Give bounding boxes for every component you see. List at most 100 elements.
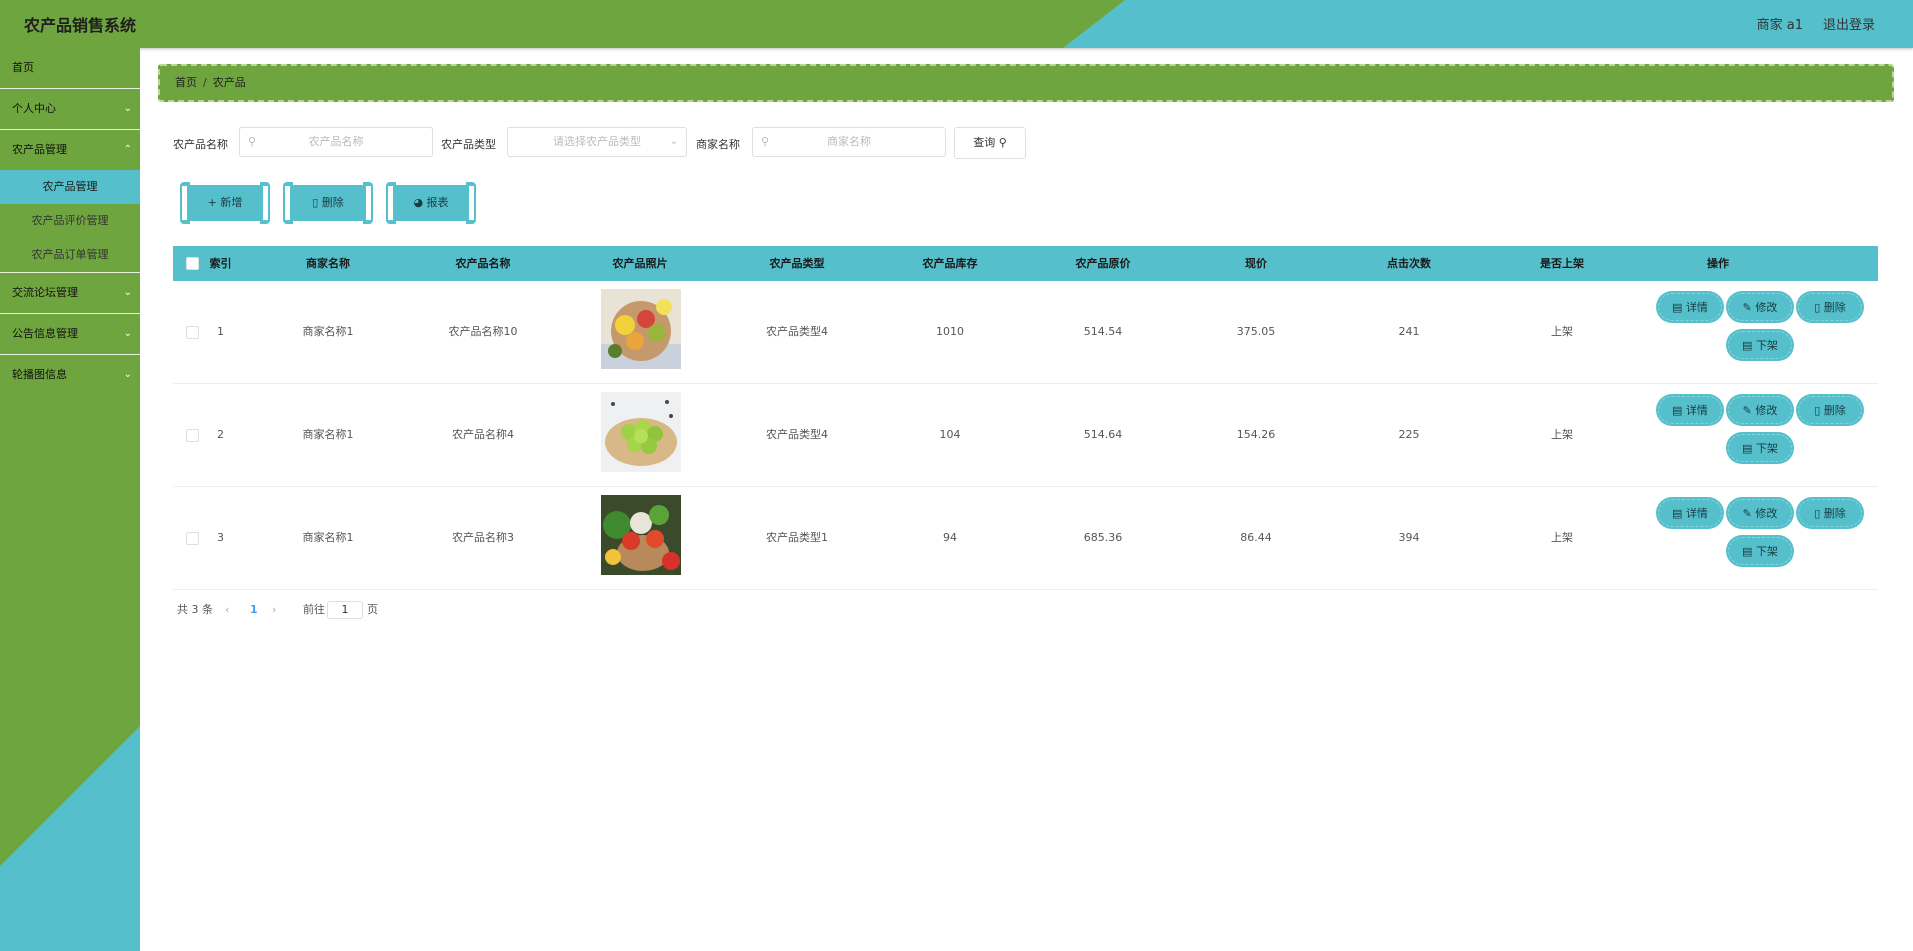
sidebar-item-personal[interactable]: 个人中心 ⌄: [0, 89, 140, 130]
search-icon: ⚲: [998, 136, 1007, 149]
delete-row-button[interactable]: ▯ 删除: [1798, 396, 1862, 424]
chevron-down-icon: ⌄: [123, 369, 132, 380]
delete-row-button[interactable]: ▯ 删除: [1798, 293, 1862, 321]
col-index: 索引: [209, 257, 232, 270]
type-label: 农产品类型: [441, 138, 496, 151]
product-photo: [601, 392, 681, 472]
sidebar: 首页 个人中心 ⌄ 农产品管理 ⌃ 农产品管理 农产品评价管理 农产品订单管理 交流…: [0, 48, 140, 951]
top-header: 农产品销售系统 商家 a1 退出登录: [0, 0, 1913, 48]
off-shelf-button[interactable]: ▤ 下架: [1728, 434, 1792, 462]
detail-label: 详情: [1685, 507, 1708, 520]
add-button[interactable]: + 新增: [180, 182, 270, 224]
chevron-down-icon: ⌄: [123, 287, 132, 298]
product-photo: [601, 289, 681, 369]
cell-stock: 104: [939, 428, 961, 441]
delete-label: 删除: [321, 196, 344, 209]
cell-name: 农产品名称3: [452, 531, 514, 544]
cell-price: 86.44: [1240, 531, 1272, 544]
cell-index: 3: [217, 531, 224, 544]
cell-stock: 94: [943, 531, 957, 544]
current-user: 商家 a1: [1756, 18, 1803, 33]
delete-label: 删除: [1823, 507, 1846, 520]
total-count: 共 3 条: [177, 603, 213, 616]
sidebar-item-label: 轮播图信息: [12, 368, 67, 381]
edit-button[interactable]: ✎ 修改: [1728, 499, 1792, 527]
cell-merchant: 商家名称1: [302, 428, 354, 441]
detail-label: 详情: [1685, 301, 1708, 314]
goto-label: 前往: [303, 603, 325, 616]
table-row: 3 商家名称1 农产品名称3 农产品类型1 94 685.36 86.44 39…: [173, 487, 1878, 590]
cell-type: 农产品类型1: [766, 531, 828, 544]
submenu-item-review[interactable]: 农产品评价管理: [0, 204, 140, 238]
sidebar-item-label: 农产品管理: [12, 143, 67, 156]
detail-button[interactable]: ▤ 详情: [1658, 293, 1722, 321]
sidebar-item-product-mgmt[interactable]: 农产品管理 ⌃: [0, 130, 140, 170]
off-shelf-button[interactable]: ▤ 下架: [1728, 537, 1792, 565]
delete-row-button[interactable]: ▯ 删除: [1798, 499, 1862, 527]
col-orig-price: 农产品原价: [1075, 257, 1131, 270]
breadcrumb-current: 农产品: [212, 76, 246, 89]
sidebar-item-carousel[interactable]: 轮播图信息 ⌄: [0, 355, 140, 395]
search-icon: ⚲: [761, 135, 770, 148]
cell-clicks: 225: [1398, 428, 1420, 441]
col-clicks: 点击次数: [1387, 257, 1431, 270]
chevron-down-icon: ⌄: [669, 136, 678, 147]
col-type: 农产品类型: [769, 257, 825, 270]
col-stock: 农产品库存: [922, 257, 978, 270]
merchant-search-input[interactable]: ⚲ 商家名称: [752, 127, 946, 157]
name-placeholder: 农产品名称: [308, 135, 364, 148]
delete-label: 删除: [1823, 301, 1846, 314]
merchant-placeholder: 商家名称: [827, 135, 871, 148]
cell-orig-price: 685.36: [1083, 531, 1123, 544]
sidebar-item-forum[interactable]: 交流论坛管理 ⌄: [0, 273, 140, 314]
report-button[interactable]: ◕ 报表: [386, 182, 476, 224]
off-shelf-button[interactable]: ▤ 下架: [1728, 331, 1792, 359]
off-label: 下架: [1755, 545, 1778, 558]
page-unit-label: 页: [367, 603, 378, 616]
submenu-item-product[interactable]: 农产品管理: [0, 170, 140, 204]
delete-button[interactable]: ▯ 删除: [283, 182, 373, 224]
product-table: 索引 商家名称 农产品名称 农产品照片 农产品类型 农产品库存 农产品原价 现价…: [173, 246, 1878, 590]
name-search-input[interactable]: ⚲ 农产品名称: [239, 127, 433, 157]
cell-price: 154.26: [1236, 428, 1276, 441]
plus-icon: +: [207, 196, 217, 209]
breadcrumb-home[interactable]: 首页: [175, 76, 197, 89]
pagination: 共 3 条 ‹ 1 › 前往 1 页: [177, 600, 477, 620]
edit-label: 修改: [1755, 404, 1778, 417]
page-jump-input[interactable]: 1: [327, 601, 363, 619]
cell-status: 上架: [1551, 325, 1573, 338]
page-number[interactable]: 1: [250, 600, 258, 620]
name-label: 农产品名称: [173, 138, 228, 151]
next-page-icon[interactable]: ›: [272, 600, 276, 620]
cell-name: 农产品名称4: [452, 428, 514, 441]
pie-chart-icon: ◕: [413, 196, 424, 209]
query-button[interactable]: 查询 ⚲: [954, 127, 1026, 159]
off-label: 下架: [1755, 339, 1778, 352]
edit-button[interactable]: ✎ 修改: [1728, 293, 1792, 321]
logout-button[interactable]: 退出登录: [1823, 14, 1875, 33]
table-header: 索引 商家名称 农产品名称 农产品照片 农产品类型 农产品库存 农产品原价 现价…: [173, 246, 1878, 281]
type-select[interactable]: 请选择农产品类型 ⌄: [507, 127, 687, 157]
sidebar-item-label: 首页: [12, 61, 34, 74]
cell-clicks: 394: [1398, 531, 1420, 544]
report-label: 报表: [426, 196, 449, 209]
delete-label: 删除: [1823, 404, 1846, 417]
chevron-down-icon: ⌄: [123, 103, 132, 114]
cell-name: 农产品名称10: [448, 325, 518, 338]
prev-page-icon[interactable]: ‹: [225, 600, 229, 620]
submenu-item-order[interactable]: 农产品订单管理: [0, 238, 140, 272]
detail-label: 详情: [1685, 404, 1708, 417]
detail-button[interactable]: ▤ 详情: [1658, 396, 1722, 424]
type-placeholder: 请选择农产品类型: [553, 135, 641, 148]
col-ops: 操作: [1707, 257, 1729, 270]
cell-price: 375.05: [1236, 325, 1276, 338]
sidebar-item-label: 公告信息管理: [12, 327, 78, 340]
sidebar-item-home[interactable]: 首页: [0, 48, 140, 89]
edit-label: 修改: [1755, 301, 1778, 314]
sidebar-item-label: 个人中心: [12, 102, 56, 115]
detail-button[interactable]: ▤ 详情: [1658, 499, 1722, 527]
col-status: 是否上架: [1540, 257, 1584, 270]
edit-button[interactable]: ✎ 修改: [1728, 396, 1792, 424]
cell-stock: 1010: [936, 325, 964, 338]
sidebar-item-notice[interactable]: 公告信息管理 ⌄: [0, 314, 140, 355]
